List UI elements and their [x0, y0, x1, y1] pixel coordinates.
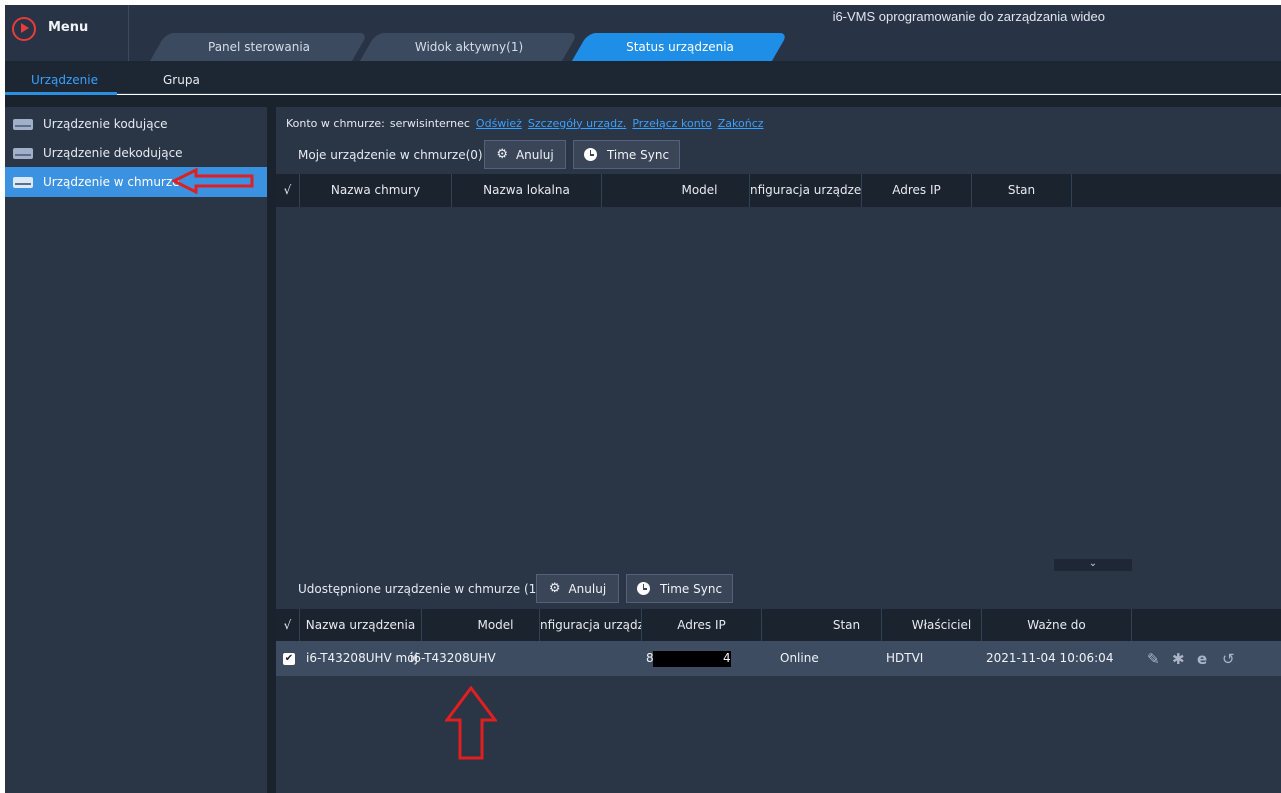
column-ip-address[interactable]: Adres IP: [642, 609, 762, 642]
column-device-config[interactable]: nfiguracja urządzeı: [750, 174, 862, 207]
row-checkbox[interactable]: ✔: [283, 653, 295, 665]
valid-until-cell: 2021-11-04 10:06:04: [986, 651, 1114, 665]
subtab-grupa[interactable]: Grupa: [163, 73, 200, 87]
encoder-icon: [13, 118, 33, 130]
owner-cell: HDTVI: [886, 651, 924, 665]
gear-icon[interactable]: ✱: [1172, 650, 1185, 668]
logout-link[interactable]: Zakończ: [718, 117, 764, 130]
refresh-link[interactable]: Odśwież: [476, 117, 522, 130]
decoder-icon: [13, 147, 33, 159]
tab-widok-aktywny[interactable]: Widok aktywny(1): [359, 33, 579, 61]
column-model[interactable]: Model: [422, 609, 540, 642]
sidebar-item-decoding-device[interactable]: Urządzenie dekodujące: [5, 138, 267, 168]
subtab-urzadzenie[interactable]: Urządzenie: [31, 73, 98, 87]
clock-icon: [636, 582, 650, 595]
pencil-icon[interactable]: ✎: [1147, 650, 1160, 668]
time-sync-button-2[interactable]: Time Sync: [626, 574, 733, 603]
cancel-share-button[interactable]: ⚙ Anuluj: [536, 574, 619, 603]
annotation-arrow-left-icon: [172, 168, 254, 194]
clock-icon: [583, 148, 597, 161]
account-value: serwisinternec: [389, 116, 470, 130]
select-all-column[interactable]: √: [276, 174, 300, 207]
account-label: Konto w chmurze:: [286, 116, 385, 130]
annotation-arrow-up-icon: [445, 686, 497, 760]
table-row[interactable]: ✔ i6-T43208UHV mój i6-T43208UHV 8 4 Onli…: [276, 641, 1281, 676]
column-valid-until[interactable]: Ważne do: [982, 609, 1132, 642]
chevron-down-icon[interactable]: ⌄: [1054, 559, 1132, 571]
select-all-column[interactable]: √: [276, 609, 300, 642]
column-local-name[interactable]: Nazwa lokalna: [452, 174, 602, 207]
column-model[interactable]: Model: [602, 174, 750, 207]
sidebar-item-encoding-device[interactable]: Urządzenie kodujące: [5, 109, 267, 139]
model-cell: i6-T43208UHV: [410, 651, 496, 665]
sidebar: Urządzenie kodujące Urządzenie dekodując…: [5, 107, 267, 793]
shared-devices-table-header: √ Nazwa urządzenia Model nfiguracja urzą…: [276, 609, 1281, 642]
app-logo-icon: [12, 17, 36, 41]
my-devices-table-body: [276, 208, 1281, 560]
app-title: i6-VMS oprogramowanie do zarządzania wid…: [832, 9, 1105, 24]
tab-status-urzadzenia[interactable]: Status urządzenia: [571, 33, 789, 61]
column-ip-address[interactable]: Adres IP: [862, 174, 972, 207]
cloud-account-bar: Konto w chmurze: serwisinternec Odśwież …: [276, 113, 770, 133]
column-status[interactable]: Stan: [762, 609, 882, 642]
column-owner[interactable]: Właściciel: [882, 609, 982, 642]
switch-account-link[interactable]: Przełącz konto: [632, 117, 711, 130]
refresh-icon[interactable]: ↺: [1222, 650, 1235, 668]
menu-button[interactable]: Menu: [5, 5, 129, 61]
column-device-name[interactable]: Nazwa urządzenia: [300, 609, 422, 642]
menu-label: Menu: [48, 20, 89, 35]
ip-suffix-cell: 4: [723, 651, 731, 665]
cancel-share-icon: ⚙: [548, 581, 561, 596]
redacted-ip: [653, 651, 731, 667]
cancel-share-icon: ⚙: [496, 147, 508, 162]
device-name-cell: i6-T43208UHV mój: [306, 651, 418, 665]
my-cloud-devices-label: Moje urządzenie w chmurze(0): [298, 148, 483, 162]
shared-devices-section: [276, 572, 1281, 793]
device-details-link[interactable]: Szczegóły urządz.: [528, 117, 626, 130]
cloud-device-icon: [13, 176, 33, 188]
column-device-config[interactable]: nfiguracja urządzeı: [540, 609, 642, 642]
my-devices-table-header: √ Nazwa chmury Nazwa lokalna Model nfigu…: [276, 174, 1281, 207]
ie-icon[interactable]: e: [1197, 650, 1207, 668]
tab-panel-sterowania[interactable]: Panel sterowania: [149, 33, 369, 61]
column-cloud-name[interactable]: Nazwa chmury: [300, 174, 452, 207]
status-cell: Online: [780, 651, 819, 665]
shared-cloud-devices-label: Udostępnione urządzenie w chmurze (1): [298, 582, 541, 596]
cancel-button[interactable]: ⚙ Anuluj: [484, 140, 566, 169]
time-sync-button[interactable]: Time Sync: [573, 140, 680, 169]
column-status[interactable]: Stan: [972, 174, 1072, 207]
